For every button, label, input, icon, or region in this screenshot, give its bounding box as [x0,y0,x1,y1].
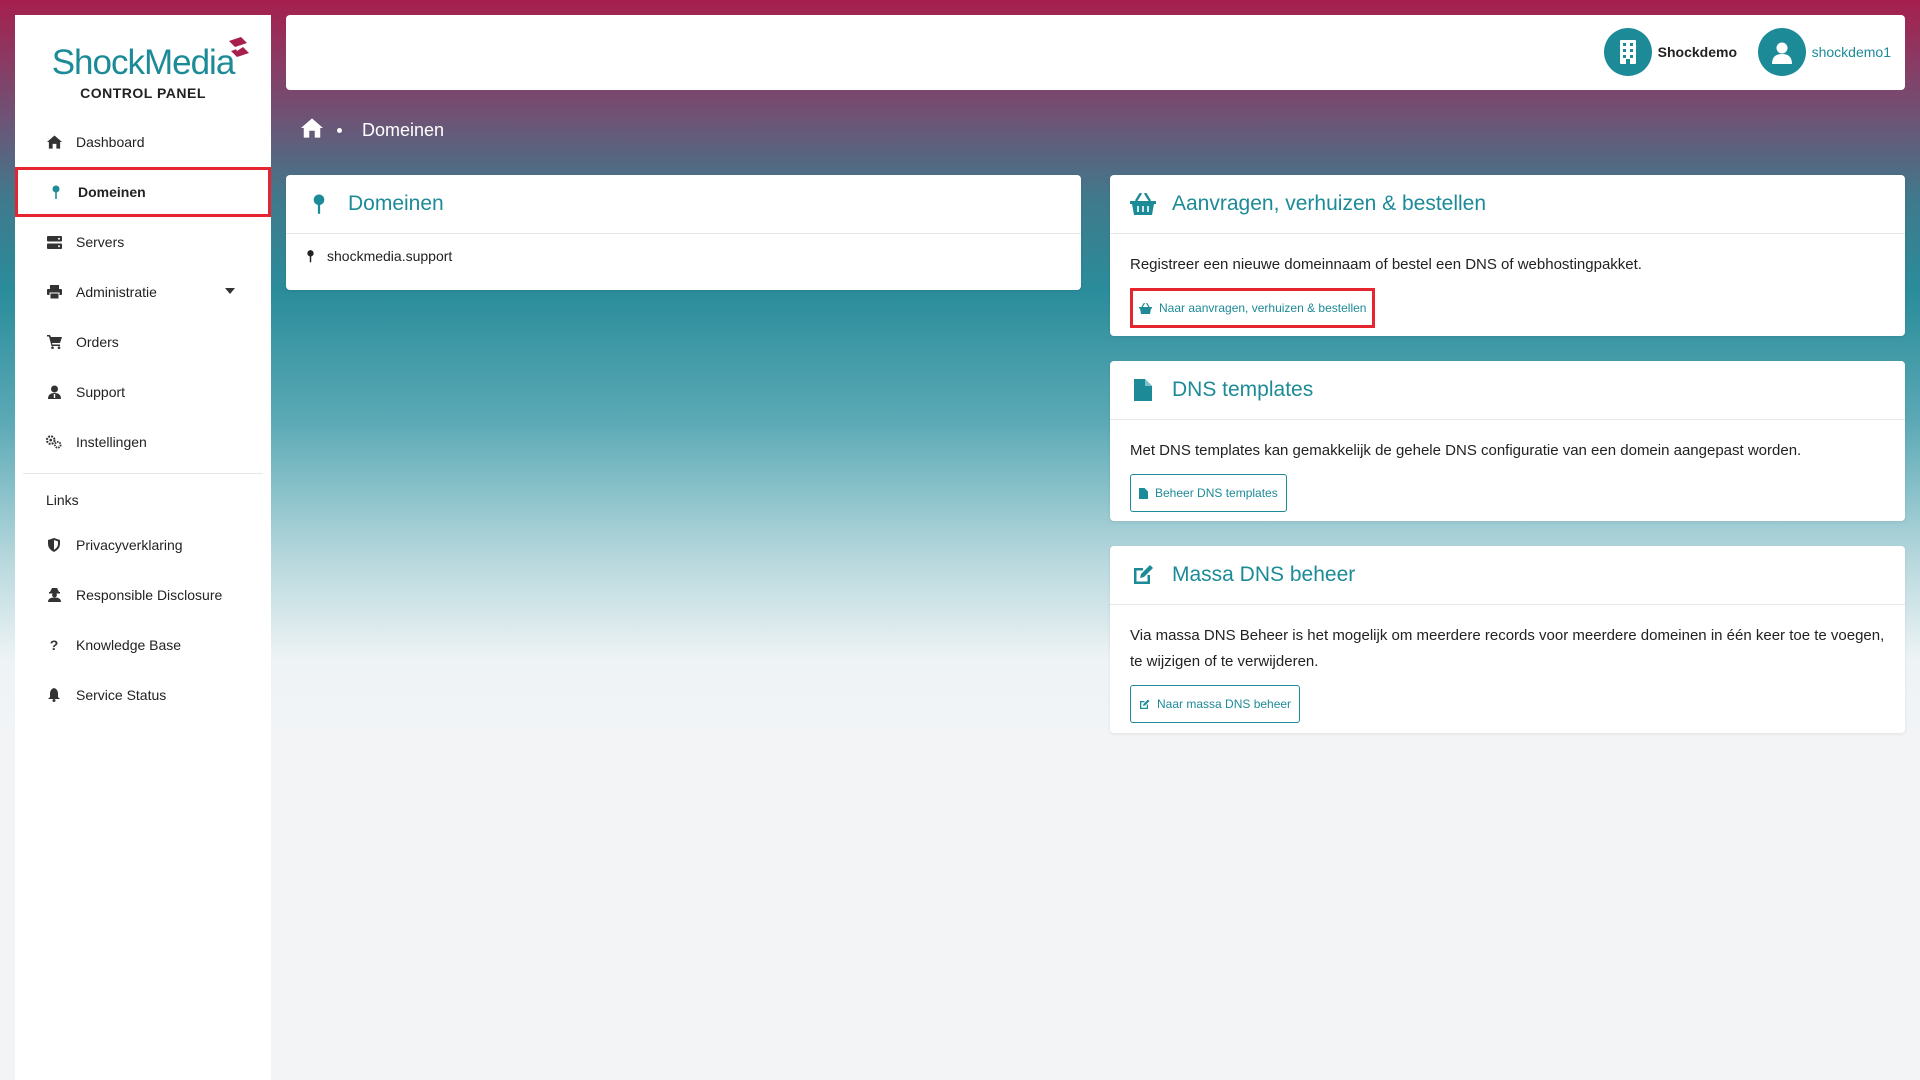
card-title: DNS templates [1172,378,1314,401]
breadcrumb-separator [337,128,342,133]
card-header: Aanvragen, verhuizen & bestellen [1110,175,1905,234]
top-bar: Shockdemo shockdemo1 [286,15,1905,90]
edit-icon [1130,564,1156,586]
card-description: Via massa DNS Beheer is het mogelijk om … [1130,627,1885,670]
breadcrumb-current: Domeinen [362,120,445,140]
domains-card: Domeinen shockmedia.support [286,175,1081,290]
card-title: Domeinen [348,192,444,215]
sidebar-link-privacyverklaring[interactable]: Privacyverklaring [15,520,271,570]
button-label: Naar massa DNS beheer [1157,697,1292,711]
logo-text: ShockMedia [51,43,236,82]
logo-mark-icon [229,37,249,57]
user-name: shockdemo1 [1811,44,1891,60]
pin-icon [306,249,315,263]
card-body: Met DNS templates kan gemakkelijk de geh… [1110,420,1905,530]
sidebar-item-dashboard[interactable]: Dashboard [15,117,271,167]
sidebar-link-responsible-disclosure[interactable]: Responsible Disclosure [15,570,271,620]
sidebar-item-label: Domeinen [78,184,146,200]
user-menu[interactable]: shockdemo1 [1757,28,1891,76]
home-icon [46,134,62,150]
sidebar: ShockMedia CONTROL PANEL Dashboard Domei… [15,15,271,1080]
company-name: Shockdemo [1657,44,1737,60]
shield-icon [46,537,62,553]
domain-list-item[interactable]: shockmedia.support [286,234,1081,264]
card-header: Massa DNS beheer [1110,546,1905,605]
server-icon [46,234,62,250]
card-header: Domeinen [286,175,1081,234]
building-icon [1603,28,1652,76]
support-user-icon [46,384,62,400]
links-nav: Privacyverklaring Responsible Disclosure… [15,520,271,720]
button-label: Naar aanvragen, verhuizen & bestellen [1159,301,1367,315]
main-nav: Dashboard Domeinen Servers Administratie [15,117,271,467]
sidebar-item-label: Orders [76,334,119,350]
card-description: Met DNS templates kan gemakkelijk de geh… [1130,442,1802,459]
user-avatar-icon [1757,28,1806,76]
sidebar-item-administratie[interactable]: Administratie [15,267,271,317]
pin-icon [48,184,64,200]
domain-name: shockmedia.support [327,248,453,264]
question-icon: ? [49,637,59,653]
cogs-icon [46,434,62,450]
button-label: Beheer DNS templates [1155,486,1278,500]
card-description: Registreer een nieuwe domeinnaam of best… [1130,256,1642,273]
edit-icon [1139,699,1150,710]
control-panel-label: CONTROL PANEL [80,85,206,101]
manage-dns-templates-button[interactable]: Beheer DNS templates [1130,474,1287,512]
sidebar-link-service-status[interactable]: Service Status [15,670,271,720]
dns-templates-card: DNS templates Met DNS templates kan gema… [1110,361,1905,521]
order-card: Aanvragen, verhuizen & bestellen Registr… [1110,175,1905,336]
basket-icon [1130,193,1156,215]
sidebar-link-label: Knowledge Base [76,637,182,653]
sidebar-item-orders[interactable]: Orders [15,317,271,367]
sidebar-link-label: Responsible Disclosure [76,587,223,603]
pin-icon [306,193,332,215]
sidebar-item-label: Dashboard [76,134,145,150]
chevron-down-icon[interactable] [225,288,235,294]
sidebar-item-label: Administratie [76,284,157,300]
file-icon [1130,379,1156,401]
cart-icon [46,334,62,350]
sidebar-item-label: Servers [76,234,125,250]
links-heading: Links [46,492,79,508]
card-title: Aanvragen, verhuizen & bestellen [1172,192,1487,215]
breadcrumb: Domeinen [301,118,444,143]
sidebar-item-servers[interactable]: Servers [15,217,271,267]
sidebar-item-label: Instellingen [76,434,147,450]
card-header: DNS templates [1110,361,1905,420]
home-icon[interactable] [301,118,323,143]
company-switcher[interactable]: Shockdemo [1603,28,1737,76]
card-title: Massa DNS beheer [1172,563,1356,586]
sidebar-link-label: Privacyverklaring [76,537,183,553]
order-button[interactable]: Naar aanvragen, verhuizen & bestellen [1130,288,1376,328]
file-icon [1139,487,1148,499]
card-body: Via massa DNS Beheer is het mogelijk om … [1110,605,1905,741]
user-secret-icon [46,587,62,603]
card-body: Registreer een nieuwe domeinnaam of best… [1110,234,1905,346]
sidebar-item-domeinen[interactable]: Domeinen [15,167,271,217]
basket-icon [1139,302,1152,314]
sidebar-divider [23,473,263,474]
mass-dns-card: Massa DNS beheer Via massa DNS Beheer is… [1110,546,1905,733]
sidebar-link-knowledge-base[interactable]: ? Knowledge Base [15,620,271,670]
sidebar-item-instellingen[interactable]: Instellingen [15,417,271,467]
mass-dns-button[interactable]: Naar massa DNS beheer [1130,685,1301,723]
sidebar-item-label: Support [76,384,126,400]
bell-icon [46,687,62,703]
printer-icon [46,284,62,300]
sidebar-item-support[interactable]: Support [15,367,271,417]
logo[interactable]: ShockMedia CONTROL PANEL [15,15,271,107]
sidebar-link-label: Service Status [76,687,167,703]
